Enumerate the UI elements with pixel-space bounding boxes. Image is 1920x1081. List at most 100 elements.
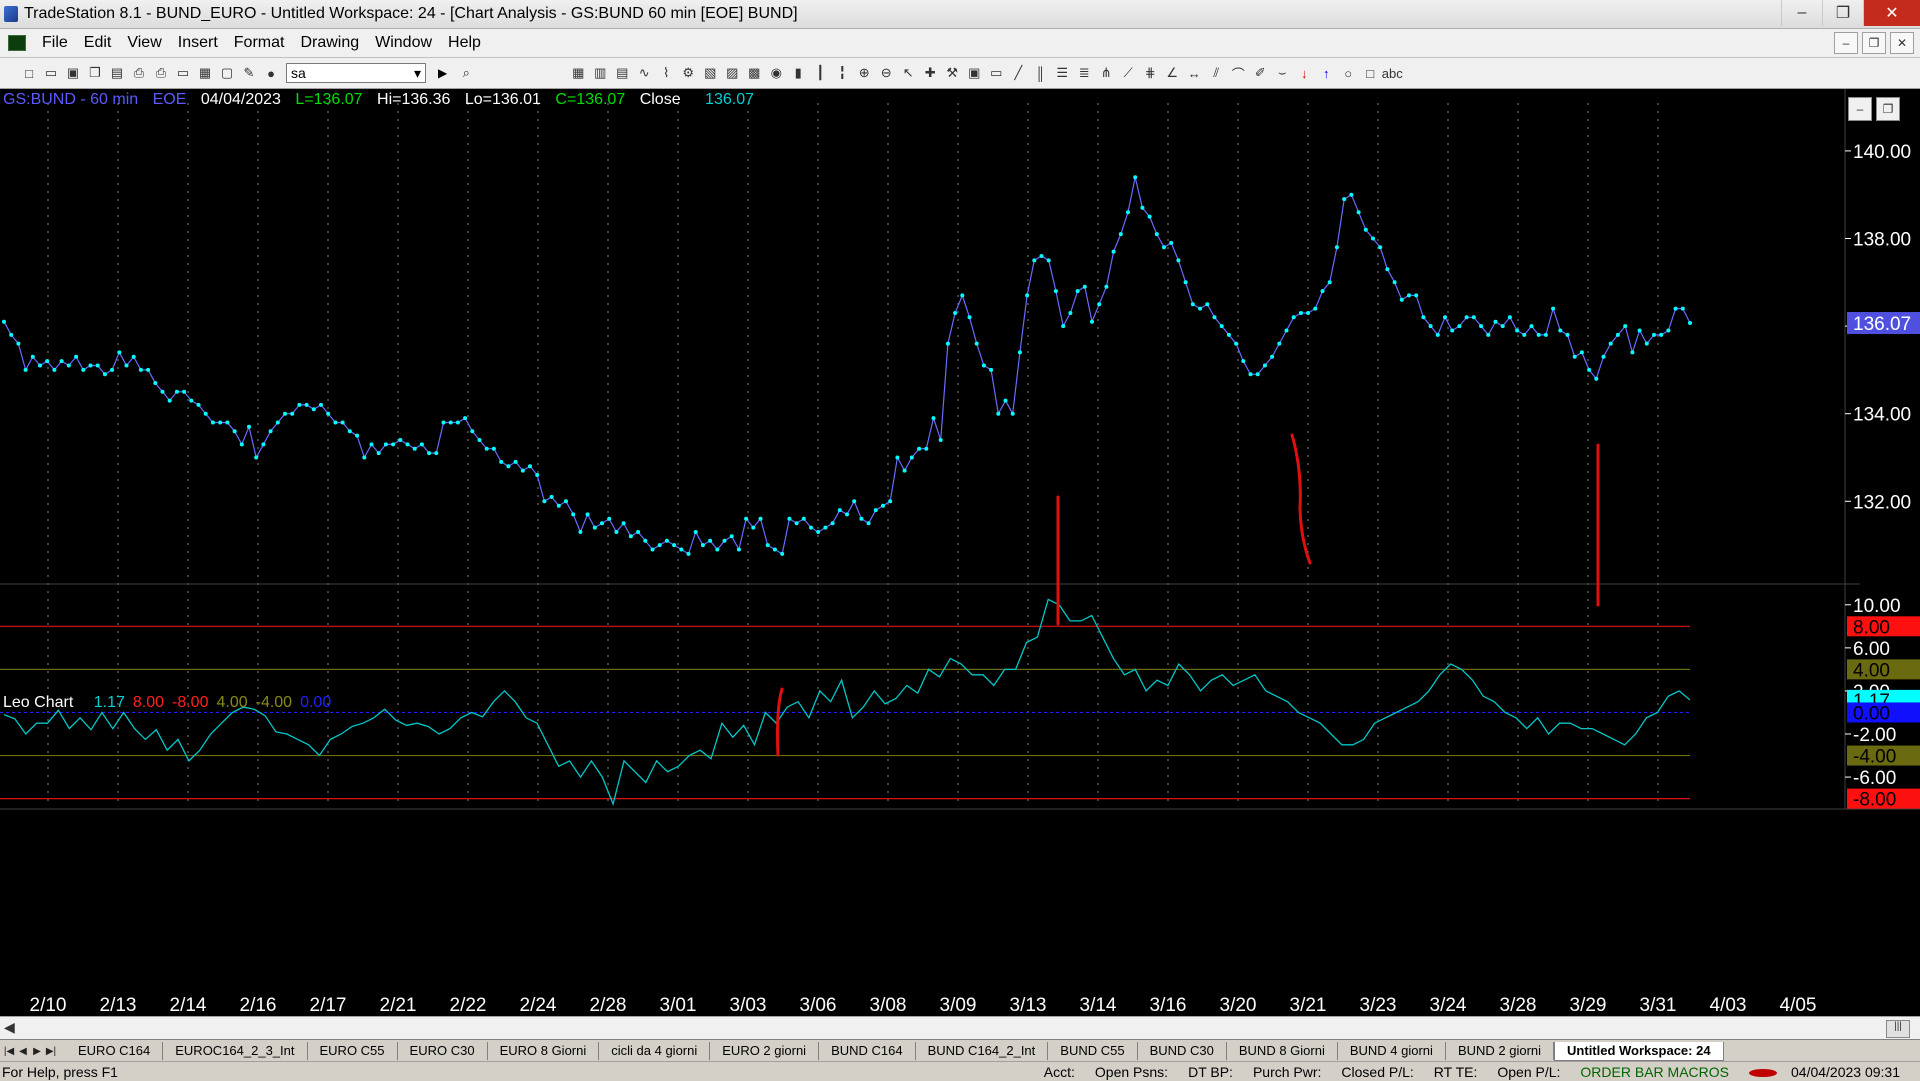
bar-chart-icon[interactable]: ▮ <box>789 64 807 82</box>
open-icon[interactable]: ▭ <box>42 64 60 82</box>
lock-icon[interactable]: ▢ <box>218 64 236 82</box>
menu-view[interactable]: View <box>119 34 169 52</box>
horizontal-scrollbar[interactable]: ◀ ||| <box>0 1016 1920 1039</box>
crosshair-icon[interactable]: ✚ <box>921 64 939 82</box>
tab-prev-icon[interactable]: ◀ <box>16 1043 30 1059</box>
arrow-lr-icon[interactable]: ↔ <box>1185 64 1203 82</box>
vertical-lines-icon[interactable]: ║ <box>1031 64 1049 82</box>
text-icon[interactable]: abc <box>1382 64 1403 82</box>
tools-icon[interactable]: ✎ <box>240 64 258 82</box>
snapshot-icon[interactable]: ▣ <box>965 64 983 82</box>
doc-restore-button[interactable]: ❐ <box>1862 32 1886 54</box>
new-icon[interactable]: □ <box>20 64 38 82</box>
zoom-in-icon[interactable]: ⊕ <box>855 64 873 82</box>
workspace-tab[interactable]: cicli da 4 giorni <box>599 1041 711 1060</box>
doc-close-button[interactable]: ✕ <box>1890 32 1914 54</box>
save-icon[interactable]: ▣ <box>64 64 82 82</box>
bars-icon[interactable]: ┃ <box>811 64 829 82</box>
fibonacci-icon[interactable]: ≣ <box>1075 64 1093 82</box>
chevron-down-icon[interactable]: ▾ <box>414 65 421 82</box>
horizontal-lines-icon[interactable]: ☰ <box>1053 64 1071 82</box>
doc-minimize-button[interactable]: – <box>1834 32 1858 54</box>
data-icon[interactable]: ▩ <box>745 64 763 82</box>
doc-icon[interactable]: ▭ <box>987 64 1005 82</box>
chart-document-icon[interactable] <box>8 35 26 51</box>
price-tick-label: 132.00 <box>1853 492 1911 513</box>
pointer-icon[interactable]: ↖ <box>899 64 917 82</box>
play-arrow-icon[interactable]: ▶ <box>438 66 447 80</box>
curve-icon[interactable]: ⌣ <box>1273 64 1291 82</box>
menu-window[interactable]: Window <box>367 34 440 52</box>
hammer-icon[interactable]: ⚒ <box>943 64 961 82</box>
circle-icon[interactable]: ○ <box>1339 64 1357 82</box>
symbol-combobox[interactable]: sa ▾ <box>286 63 426 83</box>
chart-restore-button[interactable]: ❐ <box>1876 97 1900 121</box>
angle-icon[interactable]: ∠ <box>1163 64 1181 82</box>
menu-format[interactable]: Format <box>226 34 293 52</box>
price-point <box>189 398 194 403</box>
macros-label[interactable]: ORDER BAR MACROS <box>1570 1064 1739 1080</box>
workspace-tab[interactable]: BUND 8 Giorni <box>1227 1041 1338 1060</box>
workspace-tab[interactable]: BUND 4 giorni <box>1338 1041 1446 1060</box>
print-icon[interactable]: ⎙ <box>130 64 148 82</box>
parallel-icon[interactable]: ⫽ <box>1207 64 1225 82</box>
date-tick-label: 2/13 <box>100 995 137 1016</box>
format-icon[interactable]: ▧ <box>701 64 719 82</box>
chart-style-icon[interactable]: ∿ <box>635 64 653 82</box>
workspace-tab[interactable]: EURO 8 Giorni <box>488 1041 600 1060</box>
chart-canvas[interactable]: 2/10 2/13 2/14 2/16 2/17 2/21 2/22 2/24 2/28 3/01… <box>0 89 1920 1016</box>
workspace-tab[interactable]: BUND C164 <box>819 1041 916 1060</box>
arc-icon[interactable]: ⌒ <box>1229 64 1247 82</box>
workspace-tab[interactable]: EURO C55 <box>308 1041 398 1060</box>
scroll-thumb[interactable]: ||| <box>1886 1020 1910 1038</box>
folder-icon[interactable]: ▤ <box>108 64 126 82</box>
print-preview-icon[interactable]: ⎙ <box>152 64 170 82</box>
radar-icon[interactable]: ◉ <box>767 64 785 82</box>
indicator-icon[interactable]: ⌇ <box>657 64 675 82</box>
workspace-tab[interactable]: BUND C164_2_Int <box>916 1041 1049 1060</box>
globe-icon[interactable]: ● <box>262 64 280 82</box>
workspace-tab[interactable]: EURO 2 giorni <box>710 1041 820 1060</box>
maximize-button[interactable]: ❐ <box>1822 0 1863 26</box>
workspace-tab[interactable]: BUND 2 giorni <box>1446 1041 1555 1060</box>
find-symbol-icon[interactable]: ⌕ <box>457 64 475 82</box>
workspace-tab[interactable]: EUROC164_2_3_Int <box>163 1041 308 1060</box>
menu-file[interactable]: File <box>34 34 76 52</box>
tab-next-icon[interactable]: ▶ <box>30 1043 44 1059</box>
menu-help[interactable]: Help <box>440 34 489 52</box>
speed-icon[interactable]: ⟋ <box>1119 64 1137 82</box>
zoom-out-icon[interactable]: ⊖ <box>877 64 895 82</box>
tab-last-icon[interactable]: ▶| <box>44 1043 58 1059</box>
candles-icon[interactable]: ╏ <box>833 64 851 82</box>
workspace-tab[interactable]: EURO C164 <box>66 1041 164 1060</box>
arrow-down-icon[interactable]: ↓ <box>1295 64 1313 82</box>
strategy-icon[interactable]: ⚙ <box>679 64 697 82</box>
tab-first-icon[interactable]: |◀ <box>2 1043 16 1059</box>
copy-icon[interactable]: ❐ <box>86 64 104 82</box>
window-tile-icon[interactable]: ▦ <box>196 64 214 82</box>
menu-edit[interactable]: Edit <box>76 34 120 52</box>
workspace-tab[interactable]: BUND C55 <box>1048 1041 1138 1060</box>
pen-icon[interactable]: ✐ <box>1251 64 1269 82</box>
workspace-tab[interactable]: EURO C30 <box>398 1041 488 1060</box>
andrews-icon[interactable]: ⋔ <box>1097 64 1115 82</box>
minimize-button[interactable]: – <box>1781 0 1822 26</box>
window-arrange-icon[interactable]: ▨ <box>723 64 741 82</box>
trendline-icon[interactable]: ╱ <box>1009 64 1027 82</box>
rectangle-icon[interactable]: □ <box>1361 64 1379 82</box>
chart-window[interactable]: 2/10 2/13 2/14 2/16 2/17 2/21 2/22 2/24 2/28 3/01… <box>0 89 1920 1016</box>
menu-insert[interactable]: Insert <box>170 34 226 52</box>
gann-icon[interactable]: ⋕ <box>1141 64 1159 82</box>
menu-drawing[interactable]: Drawing <box>292 34 367 52</box>
table-icon[interactable]: ▤ <box>613 64 631 82</box>
workspace-tab[interactable]: BUND C30 <box>1138 1041 1227 1060</box>
window-icon[interactable]: ▭ <box>174 64 192 82</box>
chart-minimize-button[interactable]: – <box>1848 97 1872 121</box>
workspace-tab[interactable]: Untitled Workspace: 24 <box>1554 1041 1724 1061</box>
close-button[interactable]: ✕ <box>1863 0 1920 26</box>
arrow-up-icon[interactable]: ↑ <box>1317 64 1335 82</box>
layout-icon[interactable]: ▥ <box>591 64 609 82</box>
grid-icon[interactable]: ▦ <box>569 64 587 82</box>
scroll-left-icon[interactable]: ◀ <box>4 1019 15 1036</box>
symbol-input[interactable]: sa <box>291 65 306 81</box>
